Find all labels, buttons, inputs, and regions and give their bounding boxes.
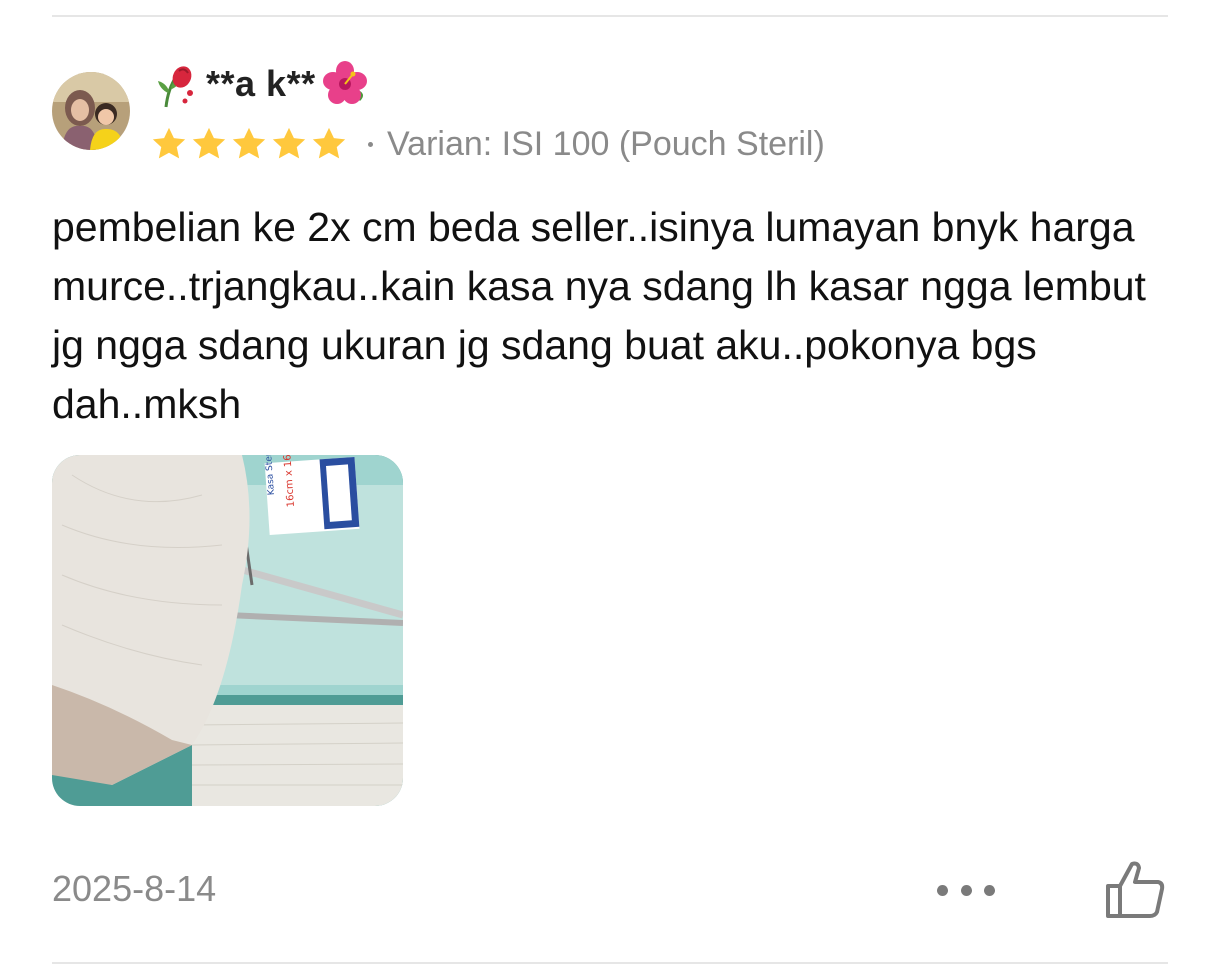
more-options-button[interactable] [935,870,997,910]
more-icon [937,884,948,896]
star-icon [192,127,226,159]
star-icon [232,127,266,159]
like-button[interactable] [1102,856,1168,922]
hibiscus-icon [322,61,367,104]
more-icon-dot [984,884,995,896]
star-rating [150,125,348,163]
bottom-divider [52,962,1168,964]
reviewer-avatar[interactable] [52,72,130,150]
rating-row: Varian: ISI 100 (Pouch Steril) [150,122,825,166]
top-divider [52,15,1168,17]
wilted-rose-icon [158,66,193,108]
separator-dot [368,141,373,147]
reviewer-header: **a k** [152,58,370,110]
star-icon [272,127,306,159]
star-icon [312,127,346,159]
review-photo[interactable]: Kasa Steril 16cm x 16cm [52,455,403,806]
thumbs-up-icon [1106,861,1165,918]
more-icon-dot [960,884,972,896]
star-icon [152,127,186,159]
review-text: pembelian ke 2x cm beda seller..isinya l… [52,204,1146,427]
variant-label: Varian: ISI 100 (Pouch Steril) [387,124,825,163]
review-date: 2025-8-14 [52,868,217,909]
reviewer-name: **a k** [206,63,316,104]
